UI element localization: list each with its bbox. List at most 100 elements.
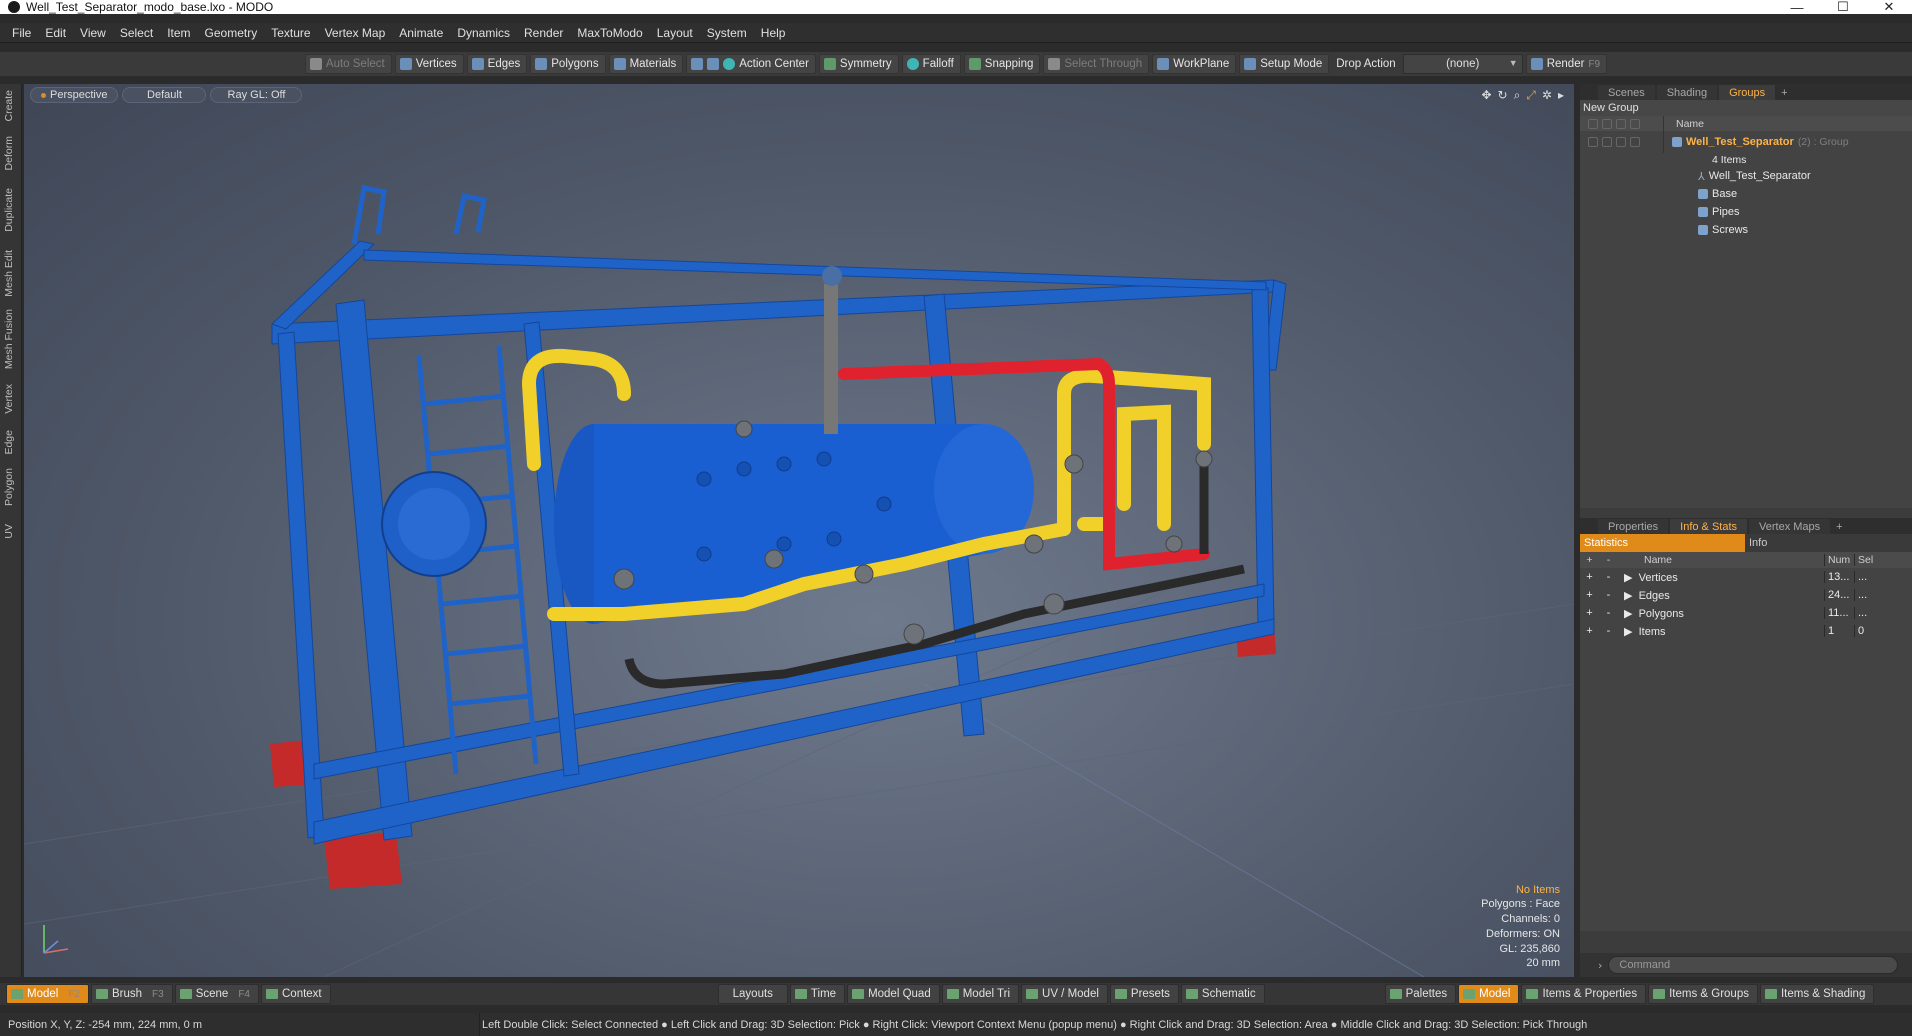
3d-viewport[interactable]: Perspective Default Ray GL: Off ✥ ↻ ⌕ ⤢ … xyxy=(24,84,1574,977)
model-tri-button[interactable]: Model Tri xyxy=(941,984,1020,1004)
items-properties-button[interactable]: Items & Properties xyxy=(1521,984,1647,1004)
render-visibility-icon[interactable] xyxy=(1602,118,1612,129)
menu-texture[interactable]: Texture xyxy=(271,26,310,40)
tree-item-mesh-root[interactable]: ⅄ Well_Test_Separator xyxy=(1580,167,1912,185)
presets-button[interactable]: Presets xyxy=(1109,984,1179,1004)
fit-view-icon[interactable]: ⤢ xyxy=(1526,88,1536,103)
expand-icon[interactable]: ▶ xyxy=(1624,590,1632,602)
materials-button[interactable]: Materials xyxy=(608,54,684,74)
viewport-more-icon[interactable]: ▸ xyxy=(1558,88,1564,103)
remove-polygons-icon[interactable]: - xyxy=(1599,607,1618,619)
add-tab-icon-2[interactable]: + xyxy=(1832,519,1846,534)
stats-row-vertices[interactable]: + - ▶ Vertices 13... ... xyxy=(1580,568,1912,586)
select-through-button[interactable]: Select Through xyxy=(1043,54,1150,74)
model-quad-button[interactable]: Model Quad xyxy=(847,984,940,1004)
shading-select[interactable]: Default xyxy=(122,87,207,103)
auto-select-button[interactable]: Auto Select xyxy=(304,54,392,74)
menu-dynamics[interactable]: Dynamics xyxy=(457,26,510,40)
tree-item-pipes[interactable]: Pipes xyxy=(1580,203,1912,221)
mode-context-button[interactable]: Context xyxy=(261,984,331,1004)
command-expand-icon[interactable]: › xyxy=(1598,959,1602,972)
time-button[interactable]: Time xyxy=(789,984,846,1004)
polygons-button[interactable]: Polygons xyxy=(530,54,606,74)
stats-row-polygons[interactable]: + - ▶ Polygons 11... ... xyxy=(1580,604,1912,622)
expand-icon[interactable]: ▶ xyxy=(1624,572,1632,584)
raygl-toggle[interactable]: Ray GL: Off xyxy=(210,87,303,103)
stats-row-items[interactable]: + - ▶ Items 1 0 xyxy=(1580,622,1912,640)
menu-vertex-map[interactable]: Vertex Map xyxy=(325,26,386,40)
vertices-button[interactable]: Vertices xyxy=(394,54,464,74)
group-lock-toggle[interactable] xyxy=(1616,137,1626,147)
tab-info[interactable]: Info xyxy=(1745,534,1910,552)
group-row[interactable]: Well_Test_Separator (2) : Group xyxy=(1580,131,1912,153)
menu-geometry[interactable]: Geometry xyxy=(205,26,258,40)
close-button[interactable]: ✕ xyxy=(1866,0,1912,15)
add-polygons-icon[interactable]: + xyxy=(1580,607,1599,619)
menu-file[interactable]: File xyxy=(12,26,31,40)
tab-deform[interactable]: Deform xyxy=(3,136,15,170)
tree-item-base[interactable]: Base xyxy=(1580,185,1912,203)
tab-uv[interactable]: UV xyxy=(3,524,15,539)
render-button[interactable]: Render F9 xyxy=(1525,54,1608,74)
palettes-button[interactable]: Palettes xyxy=(1384,984,1457,1004)
menu-edit[interactable]: Edit xyxy=(45,26,66,40)
menu-help[interactable]: Help xyxy=(761,26,786,40)
remove-edges-icon[interactable]: - xyxy=(1599,589,1618,601)
tab-info-stats[interactable]: Info & Stats xyxy=(1670,519,1748,534)
tab-groups[interactable]: Groups xyxy=(1719,85,1776,100)
mode-brush-button[interactable]: Brush F3 xyxy=(91,984,173,1004)
group-eye-toggle[interactable] xyxy=(1588,137,1598,147)
items-shading-button[interactable]: Items & Shading xyxy=(1759,984,1875,1004)
tab-mesh-edit[interactable]: Mesh Edit xyxy=(3,250,15,297)
layouts-button[interactable]: Layouts xyxy=(717,984,788,1004)
view-mode-select[interactable]: Perspective xyxy=(30,87,119,103)
symmetry-button[interactable]: Symmetry xyxy=(818,54,899,74)
zoom-view-icon[interactable]: ⌕ xyxy=(1514,88,1521,103)
menu-layout[interactable]: Layout xyxy=(657,26,693,40)
move-view-icon[interactable]: ✥ xyxy=(1481,88,1491,103)
action-center-button[interactable]: Action Center xyxy=(686,54,816,74)
rotate-view-icon[interactable]: ↻ xyxy=(1498,88,1508,103)
select-lock-icon[interactable] xyxy=(1630,118,1640,129)
tab-properties[interactable]: Properties xyxy=(1598,519,1669,534)
drop-action-select[interactable]: (none) ▼ xyxy=(1402,54,1523,74)
new-group-button[interactable]: New Group xyxy=(1580,100,1912,116)
mode-model-button[interactable]: Model F2 xyxy=(6,984,89,1004)
tab-vertex-maps[interactable]: Vertex Maps xyxy=(1749,519,1831,534)
menu-animate[interactable]: Animate xyxy=(399,26,443,40)
model-layout-button[interactable]: Model xyxy=(1458,984,1520,1004)
remove-items-icon[interactable]: - xyxy=(1599,625,1618,637)
expand-icon[interactable]: ▶ xyxy=(1624,626,1632,638)
minimize-button[interactable]: — xyxy=(1774,0,1820,15)
eye-icon[interactable] xyxy=(1588,118,1598,129)
add-tab-icon[interactable]: + xyxy=(1777,85,1791,100)
stats-row-edges[interactable]: + - ▶ Edges 24... ... xyxy=(1580,586,1912,604)
menu-maxtomodo[interactable]: MaxToModo xyxy=(577,26,642,40)
menu-view[interactable]: View xyxy=(80,26,106,40)
uv-model-button[interactable]: UV / Model xyxy=(1021,984,1108,1004)
tab-duplicate[interactable]: Duplicate xyxy=(3,188,15,232)
tab-create[interactable]: Create xyxy=(3,90,15,122)
tab-statistics[interactable]: Statistics xyxy=(1580,534,1745,552)
mode-scene-button[interactable]: Scene F4 xyxy=(174,984,259,1004)
command-input[interactable]: Command xyxy=(1608,956,1899,974)
items-groups-button[interactable]: Items & Groups xyxy=(1648,984,1758,1004)
schematic-button[interactable]: Schematic xyxy=(1180,984,1265,1004)
group-render-toggle[interactable] xyxy=(1602,137,1612,147)
maximize-button[interactable]: ☐ xyxy=(1820,0,1866,15)
edges-button[interactable]: Edges xyxy=(466,54,528,74)
menu-system[interactable]: System xyxy=(707,26,747,40)
expand-icon[interactable]: ▶ xyxy=(1624,608,1632,620)
tab-polygon[interactable]: Polygon xyxy=(3,468,15,506)
lock-icon[interactable] xyxy=(1616,118,1626,129)
falloff-button[interactable]: Falloff xyxy=(901,54,961,74)
workplane-button[interactable]: WorkPlane xyxy=(1152,54,1237,74)
setup-mode-button[interactable]: Setup Mode xyxy=(1239,54,1330,74)
tree-item-screws[interactable]: Screws xyxy=(1580,221,1912,239)
group-select-toggle[interactable] xyxy=(1630,137,1640,147)
add-edges-icon[interactable]: + xyxy=(1580,589,1599,601)
menu-select[interactable]: Select xyxy=(120,26,153,40)
tab-vertex[interactable]: Vertex xyxy=(3,384,15,414)
menu-render[interactable]: Render xyxy=(524,26,563,40)
tab-scenes[interactable]: Scenes xyxy=(1598,85,1655,100)
